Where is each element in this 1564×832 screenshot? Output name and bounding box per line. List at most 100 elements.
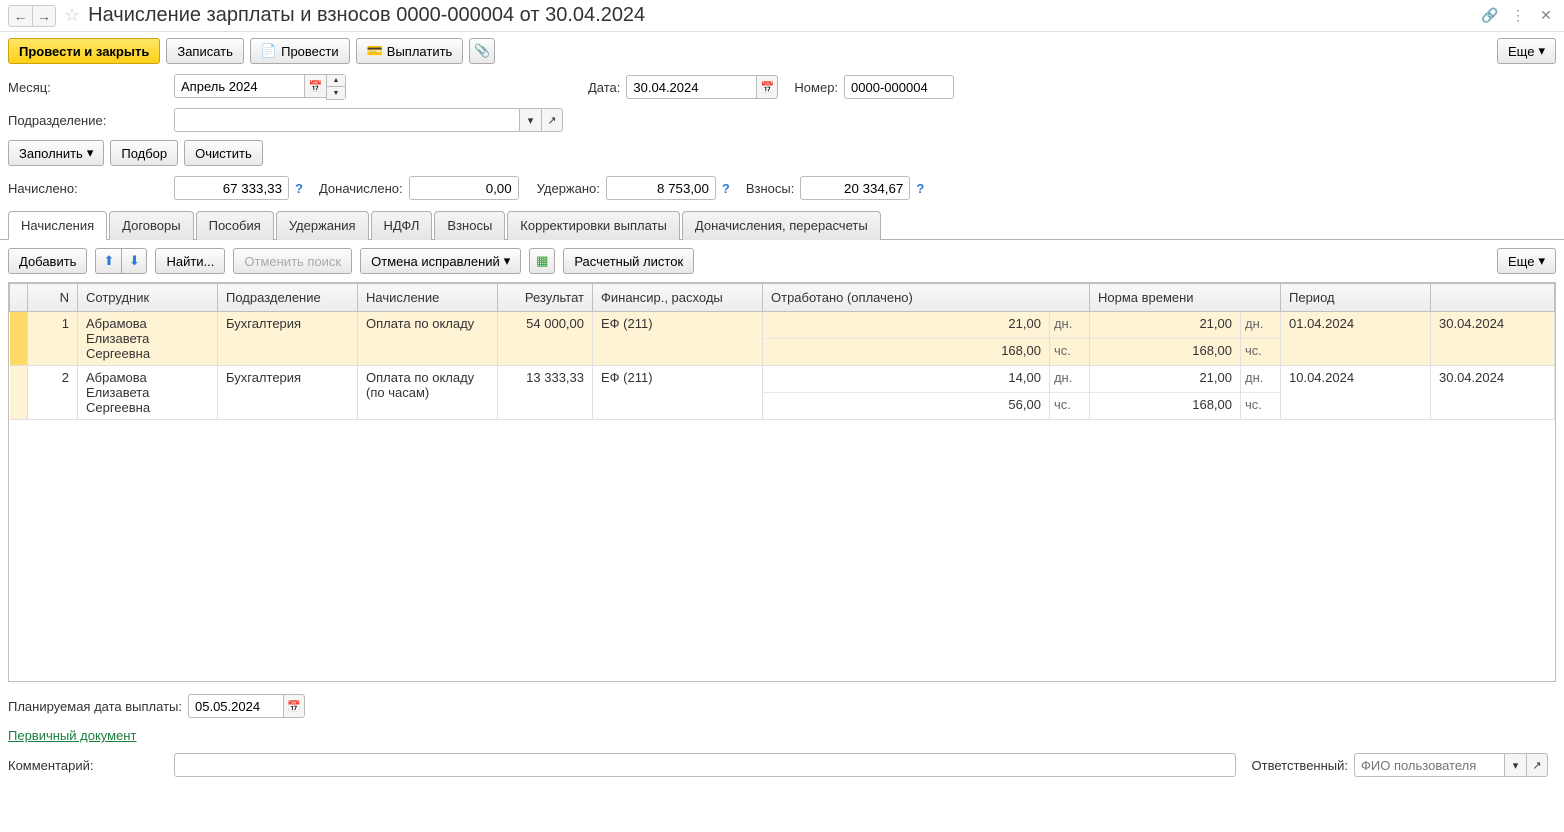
row-marker [10,312,28,366]
cell-financing: ЕФ (211) [593,366,763,420]
save-button[interactable]: Записать [166,38,244,64]
month-down-button[interactable]: ▼ [327,87,345,99]
month-calendar-button[interactable]: 📅 [304,74,326,98]
pay-icon: 💳 [367,43,383,59]
col-n[interactable]: N [28,284,78,312]
department-dropdown-button[interactable]: ▾ [519,108,541,132]
table-row[interactable]: 1 Абрамова Елизавета Сергеевна Бухгалтер… [10,312,1555,339]
contributions-value[interactable] [800,176,910,200]
cell-result: 13 333,33 [498,366,593,420]
department-input[interactable] [174,108,519,132]
date-input[interactable] [626,75,756,99]
withheld-label: Удержано: [537,181,600,196]
primary-document-link[interactable]: Первичный документ [8,728,136,743]
table-row[interactable]: 2 Абрамова Елизавета Сергеевна Бухгалтер… [10,366,1555,393]
tab-benefits[interactable]: Пособия [196,211,274,240]
select-employees-button[interactable]: Подбор [110,140,178,166]
accruals-table: N Сотрудник Подразделение Начисление Рез… [9,283,1555,420]
col-norm[interactable]: Норма времени [1089,284,1280,312]
chevron-down-icon: ▾ [1538,253,1545,269]
cell-result: 54 000,00 [498,312,593,366]
chevron-down-icon: ▾ [504,253,511,269]
month-input[interactable] [174,74,304,98]
attach-button[interactable]: 📎 [469,38,495,64]
tab-recalc[interactable]: Доначисления, перерасчеты [682,211,881,240]
move-down-button[interactable]: ⬇ [121,248,147,274]
nav-forward-button[interactable]: → [32,5,56,27]
tab-contracts[interactable]: Договоры [109,211,193,240]
col-period[interactable]: Период [1281,284,1431,312]
planned-date-label: Планируемая дата выплаты: [8,699,182,714]
help-icon[interactable]: ? [722,181,730,196]
table-more-button[interactable]: Еще ▾ [1497,248,1556,274]
cancel-find-button[interactable]: Отменить поиск [233,248,352,274]
col-department[interactable]: Подразделение [218,284,358,312]
month-up-button[interactable]: ▲ [327,75,345,87]
cell-accrual: Оплата по окладу [358,312,498,366]
planned-date-calendar-button[interactable]: 📅 [283,694,305,718]
post-icon: 📄 [261,43,277,59]
tab-deductions[interactable]: Удержания [276,211,369,240]
planned-date-input[interactable] [188,694,283,718]
responsible-input[interactable] [1354,753,1504,777]
cell-norm-hours: 168,00 [1089,393,1240,420]
withheld-value[interactable] [606,176,716,200]
comment-input[interactable] [174,753,1236,777]
col-result[interactable]: Результат [498,284,593,312]
cell-worked-hours: 168,00 [763,339,1050,366]
clear-button[interactable]: Очистить [184,140,263,166]
month-label: Месяц: [8,80,168,95]
col-accrual[interactable]: Начисление [358,284,498,312]
tab-accruals[interactable]: Начисления [8,211,107,240]
post-button[interactable]: 📄Провести [250,38,350,64]
paperclip-icon: 📎 [474,43,490,59]
additional-value[interactable] [409,176,519,200]
accrued-label: Начислено: [8,181,168,196]
cell-worked-hours: 56,00 [763,393,1050,420]
responsible-dropdown-button[interactable]: ▾ [1504,753,1526,777]
find-button[interactable]: Найти... [155,248,225,274]
fill-button[interactable]: Заполнить ▾ [8,140,104,166]
responsible-label: Ответственный: [1252,758,1348,773]
cell-n: 2 [28,366,78,420]
cell-norm-hours-unit: чс. [1241,393,1281,420]
cell-norm-days: 21,00 [1089,312,1240,339]
link-icon[interactable]: 🔗 [1480,6,1500,26]
number-input[interactable] [844,75,954,99]
cancel-corrections-button[interactable]: Отмена исправлений ▾ [360,248,521,274]
calendar-icon: 📅 [287,700,301,713]
table-settings-button[interactable]: ▦ [529,248,555,274]
date-calendar-button[interactable]: 📅 [756,75,778,99]
cell-department: Бухгалтерия [218,312,358,366]
help-icon[interactable]: ? [295,181,303,196]
payslip-button[interactable]: Расчетный листок [563,248,694,274]
post-and-close-button[interactable]: Провести и закрыть [8,38,160,64]
responsible-open-button[interactable]: ↗ [1526,753,1548,777]
favorite-star-icon[interactable]: ☆ [64,5,80,26]
tab-corrections[interactable]: Корректировки выплаты [507,211,680,240]
col-period-to[interactable] [1431,284,1555,312]
more-button[interactable]: Еще ▾ [1497,38,1556,64]
department-label: Подразделение: [8,113,168,128]
nav-back-button[interactable]: ← [8,5,32,27]
add-row-button[interactable]: Добавить [8,248,87,274]
department-open-button[interactable]: ↗ [541,108,563,132]
move-up-button[interactable]: ⬆ [95,248,121,274]
table-icon: ▦ [536,253,548,269]
tab-contributions[interactable]: Взносы [434,211,505,240]
help-icon[interactable]: ? [916,181,924,196]
tab-ndfl[interactable]: НДФЛ [371,211,433,240]
close-icon[interactable]: ✕ [1536,6,1556,26]
cell-norm-days-unit: дн. [1241,312,1281,339]
pay-button[interactable]: 💳Выплатить [356,38,464,64]
cell-period-to: 30.04.2024 [1431,366,1555,420]
cell-department: Бухгалтерия [218,366,358,420]
col-worked[interactable]: Отработано (оплачено) [763,284,1090,312]
accrued-value[interactable] [174,176,289,200]
col-employee[interactable]: Сотрудник [78,284,218,312]
arrow-up-icon: ⬆ [104,253,115,269]
col-financing[interactable]: Финансир., расходы [593,284,763,312]
cell-employee: Абрамова Елизавета Сергеевна [78,366,218,420]
arrow-down-icon: ⬇ [129,253,140,269]
more-menu-icon[interactable]: ⋮ [1508,6,1528,26]
